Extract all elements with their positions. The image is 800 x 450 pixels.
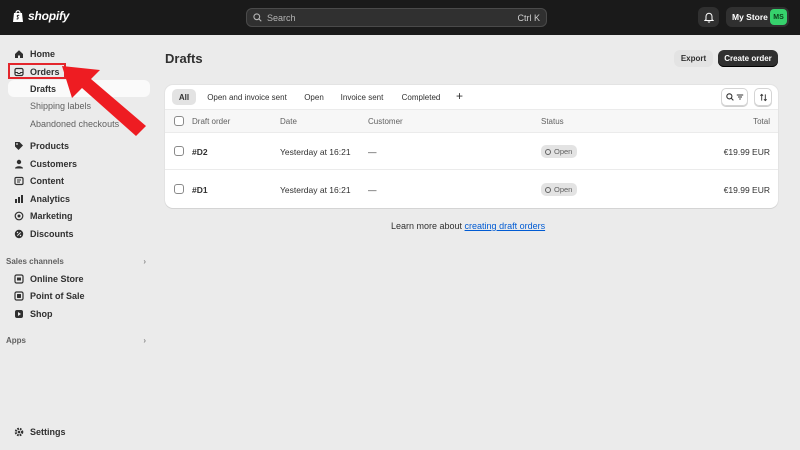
tab-open[interactable]: Open xyxy=(299,89,329,105)
table-row[interactable]: #D2 Yesterday at 16:21 — Open €19.99 EUR xyxy=(165,133,778,170)
sidebar-item-label: Shop xyxy=(30,308,53,319)
sidebar-subitem-label: Drafts xyxy=(30,83,57,94)
draft-order-number[interactable]: #D2 xyxy=(192,147,208,157)
sidebar-item-point-of-sale[interactable]: Point of Sale xyxy=(8,287,148,304)
draft-order-number[interactable]: #D1 xyxy=(192,185,208,195)
status-text: Open xyxy=(554,185,573,194)
sidebar-item-label: Products xyxy=(30,140,70,151)
draft-date: Yesterday at 16:21 xyxy=(280,185,351,195)
column-header-draft-order[interactable]: Draft order xyxy=(192,117,230,126)
learn-more-text: Learn more about creating draft orders xyxy=(391,221,545,231)
apps-header[interactable]: Apps › xyxy=(6,336,146,345)
search-filter-button[interactable] xyxy=(721,88,748,106)
sidebar-item-settings[interactable]: Settings xyxy=(8,423,148,440)
create-order-button[interactable]: Create order xyxy=(718,50,778,67)
table-header: Draft order Date Customer Status Total xyxy=(165,110,778,133)
avatar: MS xyxy=(770,9,787,25)
content-icon xyxy=(14,176,24,186)
select-all-checkbox[interactable] xyxy=(174,116,184,126)
notifications-button[interactable] xyxy=(698,7,719,27)
sidebar-item-shop[interactable]: Shop xyxy=(8,305,148,322)
search-input[interactable]: Search Ctrl K xyxy=(246,8,547,27)
sidebar-item-discounts[interactable]: Discounts xyxy=(8,225,148,242)
draft-customer: — xyxy=(368,147,377,157)
sales-channels-label: Sales channels xyxy=(6,257,64,266)
learn-more-link[interactable]: creating draft orders xyxy=(465,221,546,231)
sales-channels-header[interactable]: Sales channels › xyxy=(6,257,146,266)
brand-name: shopify xyxy=(28,9,70,23)
status-badge: Open xyxy=(541,183,578,196)
row-checkbox[interactable] xyxy=(174,184,184,194)
apps-label: Apps xyxy=(6,336,26,345)
shop-icon xyxy=(14,309,24,319)
shopify-bag-icon xyxy=(13,10,23,22)
store-icon xyxy=(14,273,24,284)
sidebar-item-label: Point of Sale xyxy=(30,290,85,301)
sidebar-item-online-store[interactable]: Online Store xyxy=(8,270,148,287)
person-icon xyxy=(14,159,24,169)
sidebar-item-analytics[interactable]: Analytics xyxy=(8,190,148,207)
filter-icon xyxy=(736,94,743,100)
draft-total: €19.99 EUR xyxy=(723,147,770,157)
column-header-total[interactable]: Total xyxy=(753,117,770,126)
top-bar: shopify Search Ctrl K My Store MS xyxy=(0,0,800,35)
sidebar-item-label: Discounts xyxy=(30,228,74,239)
tab-all[interactable]: All xyxy=(172,89,196,105)
draft-total: €19.99 EUR xyxy=(723,185,770,195)
status-circle-icon xyxy=(545,148,551,155)
annotation-arrow xyxy=(62,66,146,136)
sidebar-item-customers[interactable]: Customers xyxy=(8,155,148,172)
column-header-status[interactable]: Status xyxy=(541,117,564,126)
sidebar-item-label: Home xyxy=(30,48,56,59)
discount-icon xyxy=(14,229,24,239)
page-title: Drafts xyxy=(165,51,203,66)
draft-customer: — xyxy=(368,185,377,195)
table-row[interactable]: #D1 Yesterday at 16:21 — Open €19.99 EUR xyxy=(165,171,778,208)
column-header-date[interactable]: Date xyxy=(280,117,297,126)
bell-icon xyxy=(703,12,714,23)
shopify-logo[interactable]: shopify xyxy=(12,9,69,23)
sidebar-item-label: Content xyxy=(30,175,64,186)
gear-icon xyxy=(14,427,24,437)
home-icon xyxy=(14,49,24,59)
search-icon xyxy=(253,13,262,22)
annotation-highlight-box xyxy=(8,63,66,79)
learn-more-prefix: Learn more about xyxy=(391,221,465,231)
sidebar-item-label: Analytics xyxy=(30,193,71,204)
draft-date: Yesterday at 16:21 xyxy=(280,147,351,157)
status-circle-icon xyxy=(545,186,551,193)
column-header-customer[interactable]: Customer xyxy=(368,117,403,126)
drafts-card: All Open and invoice sent Open Invoice s… xyxy=(165,85,778,208)
pos-icon xyxy=(14,290,24,301)
search-icon xyxy=(725,93,734,101)
chevron-right-icon: › xyxy=(143,257,146,266)
tab-open-and-invoice-sent[interactable]: Open and invoice sent xyxy=(202,89,292,105)
sort-icon xyxy=(759,93,767,101)
sidebar-item-label: Customers xyxy=(30,158,78,169)
row-checkbox[interactable] xyxy=(174,146,184,156)
tag-icon xyxy=(14,141,24,151)
sidebar-item-label: Online Store xyxy=(30,273,84,284)
chevron-right-icon: › xyxy=(143,336,146,345)
status-text: Open xyxy=(554,147,573,156)
status-badge: Open xyxy=(541,145,578,158)
sidebar-item-marketing[interactable]: Marketing xyxy=(8,207,148,224)
sidebar-item-content[interactable]: Content xyxy=(8,172,148,189)
search-shortcut: Ctrl K xyxy=(517,12,541,23)
sort-button[interactable] xyxy=(754,88,772,106)
search-placeholder: Search xyxy=(267,12,296,23)
filter-tabs: All Open and invoice sent Open Invoice s… xyxy=(165,85,778,110)
tab-completed[interactable]: Completed xyxy=(396,89,446,105)
sidebar-item-label: Marketing xyxy=(30,210,73,221)
export-button[interactable]: Export xyxy=(674,50,713,67)
add-view-button[interactable]: + xyxy=(456,89,463,103)
chart-icon xyxy=(14,194,24,204)
sidebar-item-label: Settings xyxy=(30,426,66,437)
target-icon xyxy=(14,211,24,221)
store-name: My Store xyxy=(732,12,768,22)
tab-invoice-sent[interactable]: Invoice sent xyxy=(336,89,388,105)
store-menu-button[interactable]: My Store MS xyxy=(726,7,789,27)
